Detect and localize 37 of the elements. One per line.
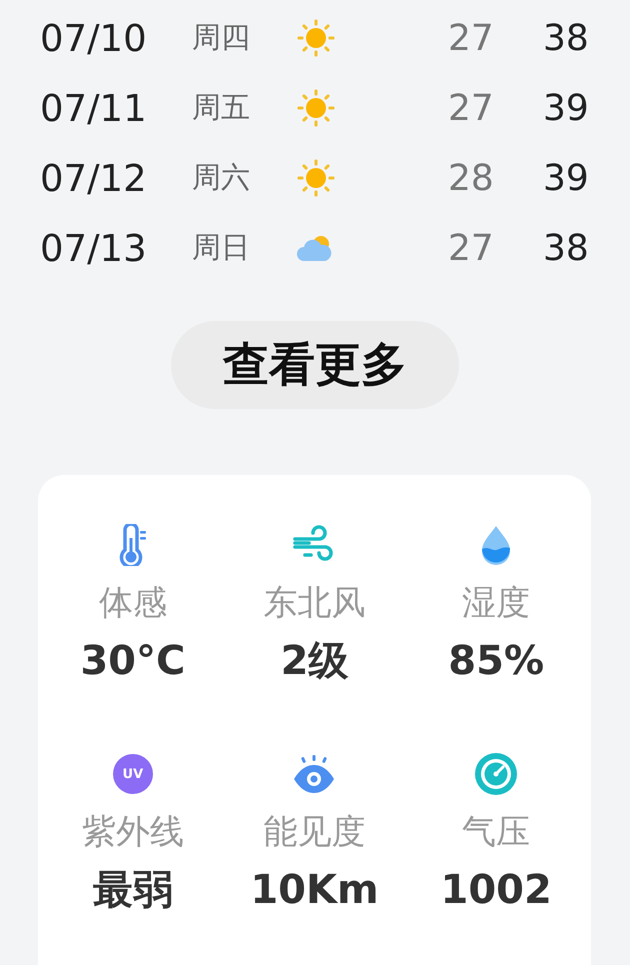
detail-value: 1002 xyxy=(440,866,552,914)
weekday: 周日 xyxy=(192,229,251,266)
sun-icon xyxy=(296,88,336,128)
detail-value: 30°C xyxy=(80,637,186,685)
forecast-date: 07/11 xyxy=(40,86,148,130)
thermometer-icon xyxy=(116,524,149,566)
forecast-date: 07/12 xyxy=(40,156,148,200)
high-temperature: 38 xyxy=(543,228,590,268)
low-temperature: 27 xyxy=(448,18,495,58)
detail-label: 东北风 xyxy=(263,583,366,623)
sun-icon xyxy=(296,158,336,198)
detail-label: 湿度 xyxy=(462,583,530,623)
weekday: 周五 xyxy=(192,89,251,126)
low-temperature: 27 xyxy=(448,88,495,128)
gauge-icon xyxy=(475,753,518,795)
uv-badge: UV xyxy=(112,754,153,794)
low-temperature: 27 xyxy=(448,228,495,268)
detail-label: 能见度 xyxy=(263,812,366,852)
eye-icon xyxy=(292,755,336,793)
view-more-button[interactable]: 查看更多 xyxy=(171,321,459,409)
high-temperature: 39 xyxy=(543,88,590,128)
sun-icon xyxy=(296,18,336,58)
forecast-date: 07/13 xyxy=(40,226,148,270)
high-temperature: 38 xyxy=(543,18,590,58)
detail-value: 85% xyxy=(448,637,544,685)
low-temperature: 28 xyxy=(448,158,495,198)
high-temperature: 39 xyxy=(543,158,590,198)
detail-value: 2级 xyxy=(280,637,348,685)
detail-value: 最弱 xyxy=(92,866,173,914)
detail-value: 10Km xyxy=(250,866,379,914)
weekday: 周六 xyxy=(192,159,251,196)
weekday: 周四 xyxy=(192,19,251,56)
detail-label: 体感 xyxy=(98,583,167,623)
detail-label: 紫外线 xyxy=(82,812,184,852)
detail-label: 气压 xyxy=(462,812,530,852)
cloud-sun-icon xyxy=(296,234,334,262)
forecast-date: 07/10 xyxy=(40,16,148,60)
